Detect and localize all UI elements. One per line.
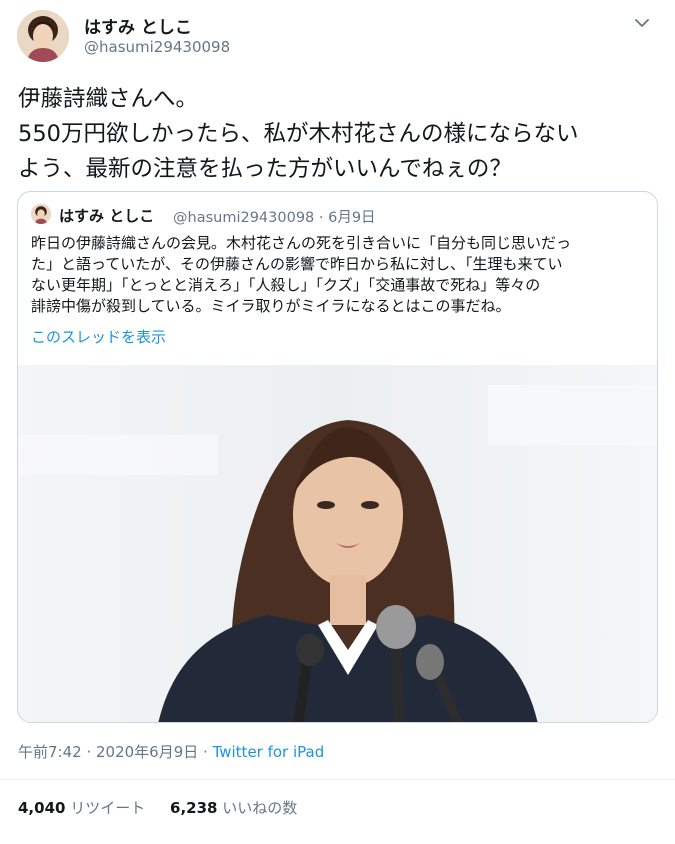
- quoted-tweet[interactable]: はすみ としこ @hasumi29430098 · 6月9日 昨日の伊藤詩織さん…: [17, 191, 658, 723]
- author-name[interactable]: はすみ としこ: [84, 13, 192, 38]
- tweet-timestamp: 午前7:42 · 2020年6月9日 · Twitter for iPad: [18, 741, 324, 762]
- author-handle[interactable]: @hasumi29430098: [84, 38, 230, 56]
- quoted-author-name: はすみ としこ: [59, 207, 155, 225]
- source-link[interactable]: Twitter for iPad: [213, 743, 325, 761]
- quoted-text-line: た」と語っていたが、その伊藤さんの影響で昨日から私に対し、「生理も来てい: [31, 255, 563, 273]
- tweet-stats: 4,040 リツイート 6,238 いいねの数: [18, 797, 297, 818]
- quoted-text-line: 誹謗中傷が殺到している。ミイラ取りがミイラになるとはこの事だね。: [31, 297, 511, 315]
- likes-label: いいねの数: [222, 799, 298, 817]
- chevron-down-icon[interactable]: [633, 14, 651, 32]
- divider: [0, 779, 675, 780]
- tweet-text-line: 550万円欲しかったら、私が木村花さんの様にならない: [18, 121, 579, 147]
- quoted-meta: @hasumi29430098 · 6月9日: [173, 210, 376, 226]
- likes-stat[interactable]: 6,238 いいねの数: [170, 799, 297, 817]
- timestamp-text[interactable]: 午前7:42 · 2020年6月9日 ·: [18, 743, 213, 761]
- quoted-text-line: 昨日の伊藤詩織さんの会見。木村花さんの死を引き合いに「自分も同じ思いだっ: [31, 234, 572, 252]
- quoted-photo[interactable]: [18, 365, 658, 723]
- retweets-stat[interactable]: 4,040 リツイート: [18, 799, 145, 817]
- tweet-text-line: よう、最新の注意を払った方がいいんでねぇの？: [18, 156, 512, 182]
- quoted-text-line: ない更年期」「とっとと消えろ」「人殺し」「クズ」「交通事故で死ね」等々の: [31, 276, 541, 294]
- tweet-text: 伊藤詩織さんへ。 550万円欲しかったら、私が木村花さんの様にならない よう、最…: [18, 82, 663, 187]
- avatar[interactable]: [17, 10, 69, 62]
- quoted-text: 昨日の伊藤詩織さんの会見。木村花さんの死を引き合いに「自分も同じ思いだっ た」と…: [31, 233, 651, 317]
- retweets-label: リツイート: [70, 799, 146, 817]
- likes-count: 6,238: [170, 799, 218, 817]
- quoted-avatar: [31, 204, 51, 224]
- retweets-count: 4,040: [18, 799, 66, 817]
- show-thread-link[interactable]: このスレッドを表示: [31, 326, 166, 347]
- tweet-text-line: 伊藤詩織さんへ。: [18, 86, 199, 112]
- tweet: はすみ としこ @hasumi29430098 伊藤詩織さんへ。 550万円欲し…: [0, 0, 675, 844]
